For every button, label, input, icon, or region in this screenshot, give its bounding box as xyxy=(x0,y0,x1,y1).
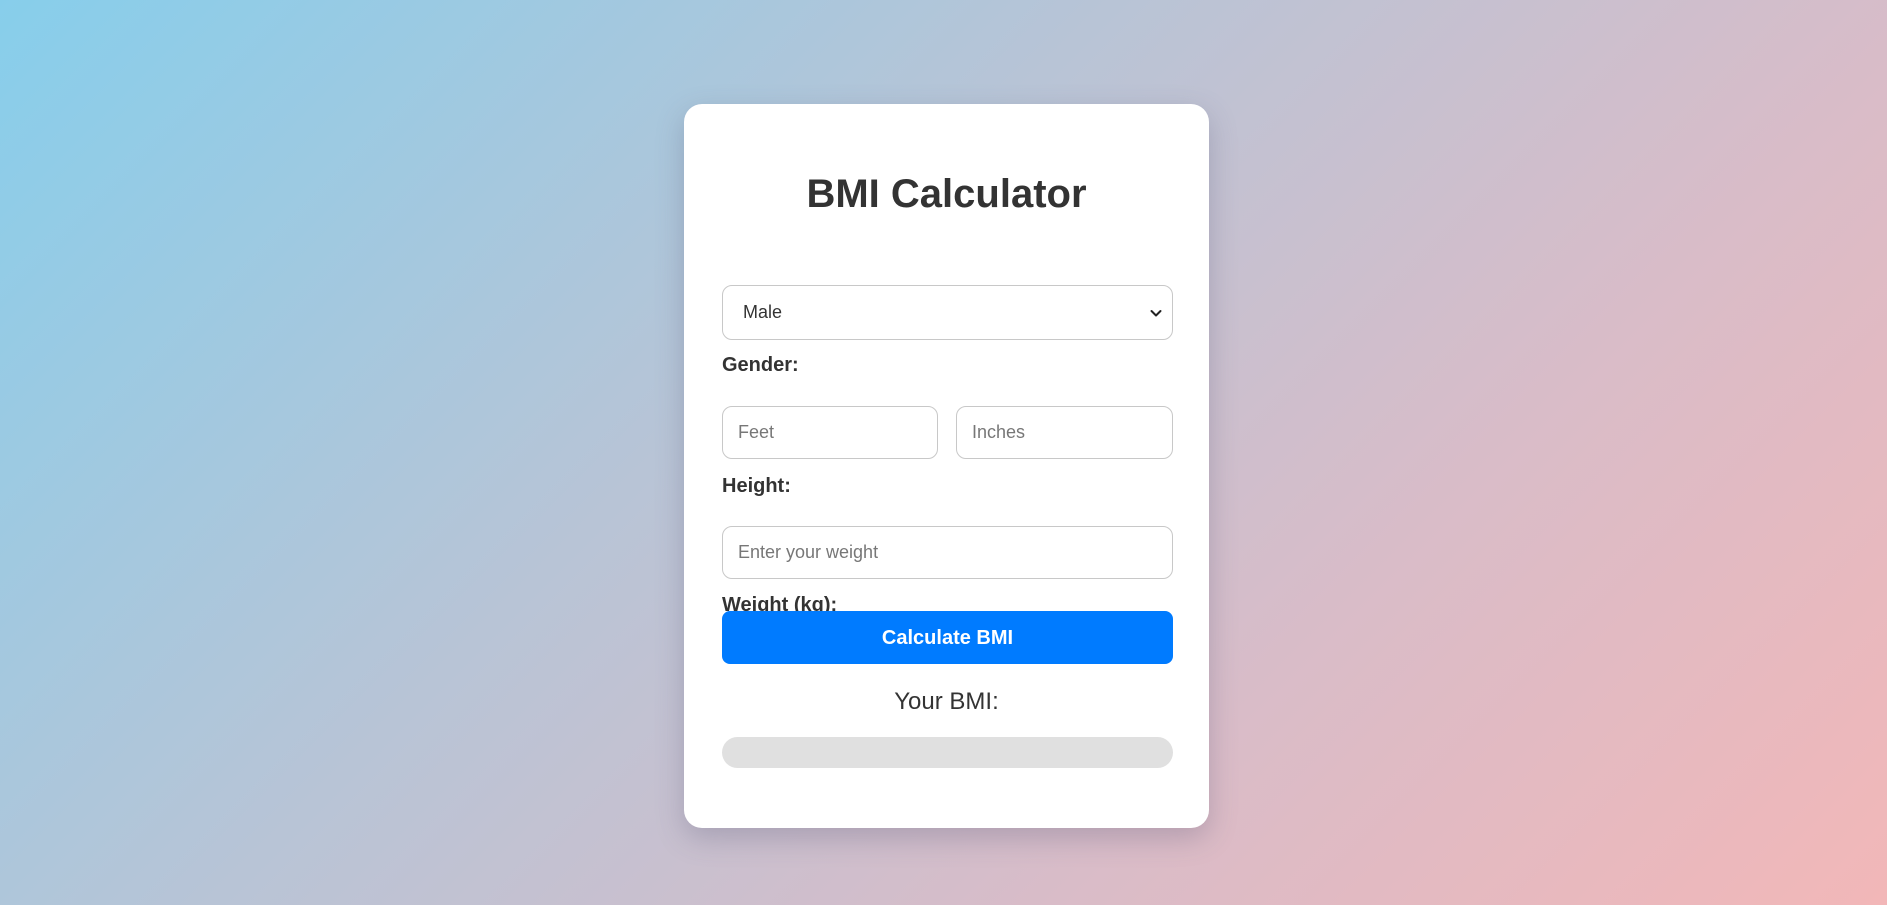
bmi-card: BMI Calculator Gender: Male Height: Weig… xyxy=(684,104,1209,828)
page-title: BMI Calculator xyxy=(806,172,1087,216)
height-inches-input[interactable] xyxy=(956,406,1173,459)
gender-selected-value: Male xyxy=(743,302,783,322)
calculate-bmi-button[interactable]: Calculate BMI xyxy=(722,611,1173,664)
bmi-progress-bar xyxy=(722,737,1173,768)
weight-input[interactable] xyxy=(722,526,1173,579)
gender-select[interactable]: Male xyxy=(722,285,1173,340)
height-label: Height: xyxy=(722,475,791,497)
bmi-result-label: Your BMI: xyxy=(894,688,999,715)
height-feet-input[interactable] xyxy=(722,406,938,459)
chevron-down-icon xyxy=(1150,309,1162,316)
gender-label: Gender: xyxy=(722,354,799,376)
